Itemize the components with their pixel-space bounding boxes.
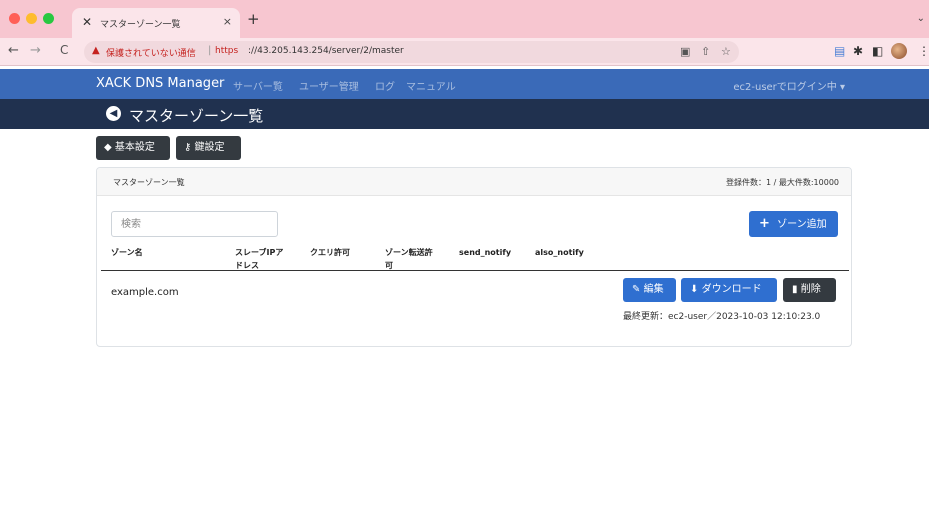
forward-arrow-icon[interactable]: → xyxy=(30,43,41,58)
column-header-query-allow: クエリ許可 xyxy=(310,248,350,257)
card-header: マスターゾーン一覧 登録件数：1 / 最大件数:10000 xyxy=(97,168,851,196)
record-count: 登録件数：1 / 最大件数:10000 xyxy=(725,178,839,187)
tab-close-icon[interactable]: × xyxy=(223,15,232,28)
column-header-transfer-allow: ゾーン転送許可 xyxy=(385,248,433,270)
reload-icon[interactable]: C xyxy=(60,43,68,57)
add-zone-label: ゾーン追加 xyxy=(777,219,827,230)
trash-icon: ▮ xyxy=(792,284,798,295)
nav-link-manual[interactable]: マニュアル xyxy=(406,78,456,93)
browser-menu-icon[interactable]: ⋮ xyxy=(918,44,929,58)
url-text: ://43.205.143.254/server/2/master xyxy=(248,46,404,56)
tab-title: マスターゾーン一覧 xyxy=(100,20,181,30)
basic-settings-label: 基本設定 xyxy=(114,142,155,153)
search-input[interactable] xyxy=(111,211,278,237)
column-header-zone-name: ゾーン名 xyxy=(111,248,143,257)
address-bar[interactable]: ▲ 保護されていない通信 | https ://43.205.143.254/s… xyxy=(84,41,739,63)
pencil-icon: ✎ xyxy=(632,284,641,295)
app-navbar: XACK DNS Manager サーバー覧 ユーザー管理 ログ マニュアル e… xyxy=(0,69,929,99)
warning-triangle-icon: ▲ xyxy=(92,45,100,56)
user-dropdown[interactable]: ec2-userでログイン中 ▾ xyxy=(733,78,845,93)
delete-button[interactable]: ▮ 削除 xyxy=(783,278,836,302)
edit-button[interactable]: ✎ 編集 xyxy=(623,278,676,302)
browser-tab-active[interactable]: ✕ マスターゾーン一覧 × xyxy=(72,8,240,38)
nav-link-users[interactable]: ユーザー管理 xyxy=(299,78,359,93)
window-minimize-button[interactable] xyxy=(26,13,37,24)
column-header-slave-ip: スレーブIPア ドレス xyxy=(235,248,284,270)
browser-tab-bar: ✕ マスターゾーン一覧 × + ⌄ xyxy=(0,0,929,38)
tag-icon: ◆ xyxy=(104,142,112,153)
plus-icon: + xyxy=(759,216,770,231)
bookmark-star-icon[interactable]: ☆ xyxy=(721,45,731,58)
browser-toolbar: ← → C ▲ 保護されていない通信 | https ://43.205.143… xyxy=(0,38,929,66)
profile-avatar[interactable] xyxy=(891,43,907,59)
download-button[interactable]: ⬇ ダウンロード xyxy=(681,278,777,302)
zone-name-link[interactable]: example.com xyxy=(111,287,179,298)
card-title: マスターゾーン一覧 xyxy=(113,178,185,187)
window-zoom-button[interactable] xyxy=(43,13,54,24)
zone-list-card: マスターゾーン一覧 登録件数：1 / 最大件数:10000 + ゾーン追加 ゾー… xyxy=(96,167,852,347)
download-label: ダウンロード xyxy=(701,284,762,295)
column-header-also-notify: also_notify xyxy=(535,248,584,257)
table-header-divider xyxy=(101,270,849,271)
back-arrow-icon[interactable]: ← xyxy=(8,43,19,58)
page-title: マスターゾーン一覧 xyxy=(129,107,264,125)
last-updated-text: 最終更新：ec2-user／2023-10-03 12:10:23.0 xyxy=(623,312,821,322)
key-settings-button[interactable]: ⚷ 鍵設定 xyxy=(176,136,241,160)
share-icon[interactable]: ⇧ xyxy=(701,45,710,58)
file-download-icon: ⬇ xyxy=(690,284,699,295)
basic-settings-button[interactable]: ◆ 基本設定 xyxy=(96,136,170,160)
key-settings-label: 鍵設定 xyxy=(194,142,225,153)
arrow-left-circle-icon[interactable]: ◀ xyxy=(106,106,121,121)
side-panel-icon[interactable]: ◧ xyxy=(872,44,883,58)
brand-link[interactable]: XACK DNS Manager xyxy=(96,76,224,91)
nav-link-logs[interactable]: ログ xyxy=(375,78,395,93)
url-scheme: https xyxy=(215,46,239,56)
translate-icon[interactable]: ▣ xyxy=(680,45,690,58)
security-status[interactable]: 保護されていない通信 xyxy=(106,46,196,59)
page-header: ◀ マスターゾーン一覧 xyxy=(0,99,929,129)
url-divider: | xyxy=(208,45,212,56)
window-close-button[interactable] xyxy=(9,13,20,24)
new-tab-button[interactable]: + xyxy=(247,12,260,27)
edit-label: 編集 xyxy=(643,284,664,295)
nav-link-servers[interactable]: サーバー覧 xyxy=(233,78,283,93)
extension-icon[interactable]: ▤ xyxy=(834,44,845,58)
key-icon: ⚷ xyxy=(184,142,192,153)
extensions-puzzle-icon[interactable]: ✱ xyxy=(853,44,863,58)
add-zone-button[interactable]: + ゾーン追加 xyxy=(749,211,838,237)
tab-list-chevron-icon[interactable]: ⌄ xyxy=(917,13,925,24)
delete-label: 削除 xyxy=(800,284,821,295)
column-header-send-notify: send_notify xyxy=(459,248,512,257)
xack-favicon-icon: ✕ xyxy=(82,15,93,29)
